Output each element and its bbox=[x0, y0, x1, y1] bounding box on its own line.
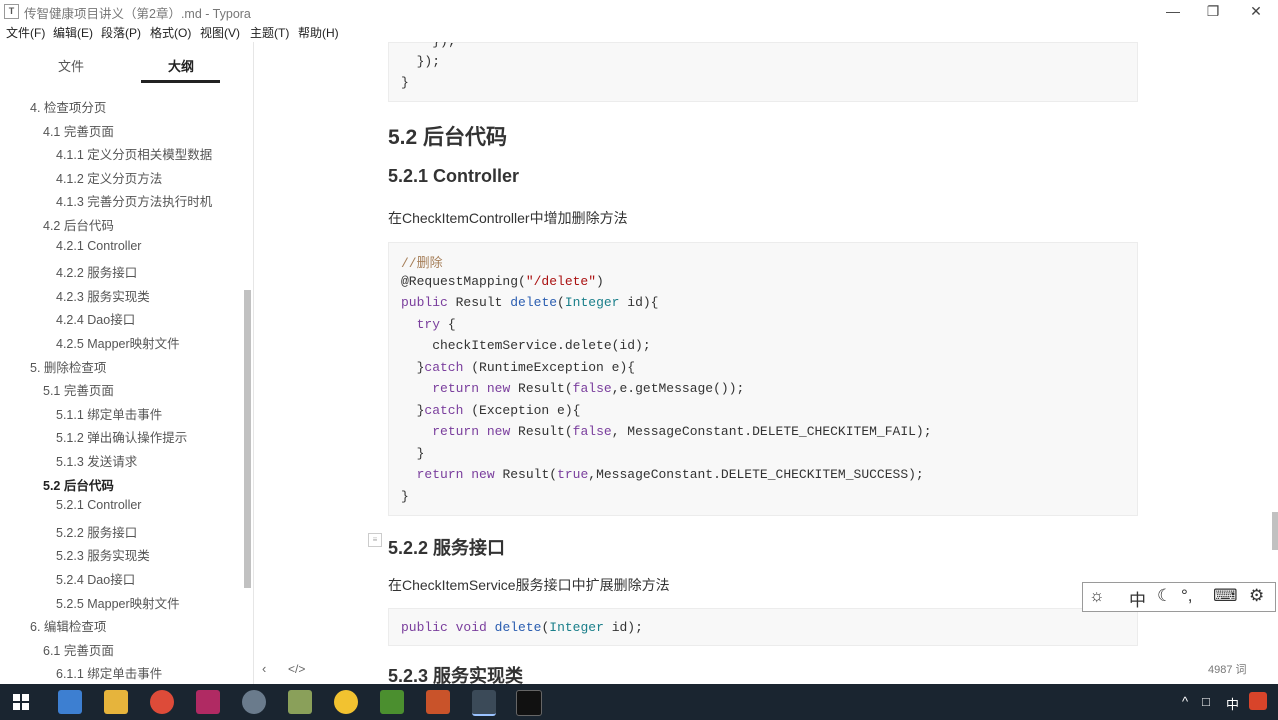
paragraph-service: 在CheckItemService服务接口中扩展删除方法 bbox=[388, 577, 670, 593]
typora-app-icon: T bbox=[4, 4, 19, 19]
outline-item[interactable]: 4.1.1 定义分页相关模型数据 bbox=[56, 144, 212, 163]
outline-item[interactable]: 5.1 完善页面 bbox=[43, 380, 114, 399]
window-title: 传智健康项目讲义（第2章）.md - Typora bbox=[24, 7, 251, 21]
ime-punctuation-icon[interactable]: °, bbox=[1181, 586, 1193, 606]
typora-taskbar-icon[interactable] bbox=[472, 690, 496, 716]
outline-item[interactable]: 6. 编辑检查项 bbox=[30, 616, 106, 635]
outline-item[interactable]: 4.2.2 服务接口 bbox=[56, 262, 137, 281]
outline-item[interactable]: 4. 检查项分页 bbox=[30, 97, 106, 116]
code-line: }catch (Exception e){ bbox=[401, 403, 581, 418]
outline-item[interactable]: 5.2.1 Controller bbox=[56, 498, 141, 512]
chrome-icon[interactable] bbox=[150, 690, 174, 714]
tab-outline[interactable]: 大纲 bbox=[168, 56, 194, 75]
menu-view[interactable]: 视图(V) bbox=[200, 24, 240, 41]
outline-item[interactable]: 5. 删除检查项 bbox=[30, 357, 106, 376]
title-bar: T 传智健康项目讲义（第2章）.md - Typora — ❐ ✕ bbox=[0, 0, 1278, 22]
code-block-service[interactable]: public void delete(Integer id); bbox=[388, 608, 1138, 646]
ime-logo-icon[interactable]: ☼ bbox=[1089, 586, 1105, 606]
code-line: checkItemService.delete(id); bbox=[401, 338, 651, 353]
paragraph-controller: 在CheckItemController中增加删除方法 bbox=[388, 210, 628, 226]
menu-format[interactable]: 格式(O) bbox=[150, 24, 191, 41]
code-line: }); bbox=[401, 54, 441, 69]
outline-item[interactable]: 4.2.3 服务实现类 bbox=[56, 286, 150, 305]
close-icon[interactable]: ✕ bbox=[1233, 0, 1278, 22]
taskbar-app-icon[interactable] bbox=[58, 690, 82, 714]
outline-item[interactable]: 4.1 完善页面 bbox=[43, 121, 114, 140]
code-line: } bbox=[401, 489, 409, 504]
code-line: } bbox=[401, 75, 409, 90]
code-line: return new Result(true,MessageConstant.D… bbox=[416, 467, 924, 482]
code-line: //删除 bbox=[401, 256, 443, 271]
tab-files[interactable]: 文件 bbox=[58, 56, 84, 75]
heading-5-2: 5.2 后台代码 bbox=[388, 126, 508, 149]
menu-bar: 文件(F) 编辑(E) 段落(P) 格式(O) 视图(V) 主题(T) 帮助(H… bbox=[0, 22, 1278, 42]
outline-item[interactable]: 5.1.1 绑定单击事件 bbox=[56, 404, 162, 423]
outline-item[interactable]: 4.2.1 Controller bbox=[56, 239, 141, 253]
code-line: }); bbox=[401, 42, 455, 49]
menu-edit[interactable]: 编辑(E) bbox=[53, 24, 93, 41]
code-line: } bbox=[401, 446, 425, 461]
outline-item[interactable]: 6.1 完善页面 bbox=[43, 640, 114, 659]
paragraph-handle-icon[interactable]: ≡ bbox=[368, 533, 382, 547]
taskbar-app-icon[interactable] bbox=[334, 690, 358, 714]
outline-item[interactable]: 5.2.5 Mapper映射文件 bbox=[56, 593, 180, 612]
menu-file[interactable]: 文件(F) bbox=[6, 24, 45, 41]
heading-5-2-1: 5.2.1 Controller bbox=[388, 166, 520, 186]
windows-start-icon[interactable] bbox=[13, 694, 29, 710]
menu-paragraph[interactable]: 段落(P) bbox=[101, 24, 141, 41]
menu-theme[interactable]: 主题(T) bbox=[250, 24, 289, 41]
editor-scrollbar[interactable] bbox=[1272, 512, 1278, 550]
tray-ime-indicator[interactable]: 中 bbox=[1226, 694, 1239, 713]
terminal-icon[interactable] bbox=[516, 690, 542, 716]
ime-toolbar: ☼ 中 ☾ °, ⌨ ⚙ bbox=[1082, 582, 1276, 612]
outline-item[interactable]: 5.2.2 服务接口 bbox=[56, 522, 137, 541]
code-line: @RequestMapping("/delete") bbox=[401, 274, 604, 289]
outline-item[interactable]: 4.2.4 Dao接口 bbox=[56, 309, 135, 328]
outline-item[interactable]: 4.1.2 定义分页方法 bbox=[56, 168, 162, 187]
code-line: public Result delete(Integer id){ bbox=[401, 295, 659, 310]
sidebar: 文件 大纲 4. 检查项分页 4.1 完善页面 4.1.1 定义分页相关模型数据 4.… bbox=[0, 42, 254, 684]
ime-keyboard-icon[interactable]: ⌨ bbox=[1213, 586, 1238, 606]
notepad-icon[interactable] bbox=[380, 690, 404, 714]
code-line: try { bbox=[416, 317, 456, 332]
tray-expand-icon[interactable]: ^ bbox=[1182, 694, 1188, 709]
outline-item[interactable]: 5.2 后台代码 bbox=[43, 475, 114, 494]
code-block-top[interactable]: }); }); } bbox=[388, 42, 1138, 102]
taskbar-app-icon[interactable] bbox=[288, 690, 312, 714]
ime-mode-chinese[interactable]: 中 bbox=[1129, 586, 1146, 611]
outline-item[interactable]: 4.2 后台代码 bbox=[43, 215, 114, 234]
sidebar-scrollbar[interactable] bbox=[244, 290, 251, 588]
taskbar-app-icon[interactable] bbox=[242, 690, 266, 714]
code-line: return new Result(false,e.getMessage()); bbox=[432, 381, 745, 396]
outline-item[interactable]: 6.1.1 绑定单击事件 bbox=[56, 663, 162, 682]
outline-item[interactable]: 5.1.2 弹出确认操作提示 bbox=[56, 427, 187, 446]
ime-settings-icon[interactable]: ⚙ bbox=[1249, 586, 1264, 606]
ime-moon-icon[interactable]: ☾ bbox=[1157, 586, 1172, 606]
tray-network-icon[interactable]: □ bbox=[1202, 694, 1210, 709]
word-count[interactable]: 4987 词 bbox=[1208, 661, 1247, 677]
outline-item[interactable]: 5.1.3 发送请求 bbox=[56, 451, 137, 470]
code-line: return new Result(false, MessageConstant… bbox=[432, 424, 932, 439]
heading-5-2-2: 5.2.2 服务接口 bbox=[388, 538, 506, 558]
outline-item[interactable]: 4.1.3 完善分页方法执行时机 bbox=[56, 191, 212, 210]
code-line: }catch (RuntimeException e){ bbox=[401, 360, 636, 375]
restore-icon[interactable]: ❐ bbox=[1190, 0, 1236, 22]
taskbar-app-icon[interactable] bbox=[426, 690, 450, 714]
intellij-icon[interactable] bbox=[196, 690, 220, 714]
active-tab-indicator bbox=[141, 80, 220, 83]
code-block-controller[interactable]: //删除 @RequestMapping("/delete") public R… bbox=[388, 242, 1138, 516]
outline-item[interactable]: 5.2.3 服务实现类 bbox=[56, 545, 150, 564]
outline-item[interactable]: 4.2.5 Mapper映射文件 bbox=[56, 333, 180, 352]
sogou-ime-icon[interactable] bbox=[1249, 692, 1267, 710]
outline-item[interactable]: 5.2.4 Dao接口 bbox=[56, 569, 135, 588]
file-explorer-icon[interactable] bbox=[104, 690, 128, 714]
heading-5-2-3: 5.2.3 服务实现类 bbox=[388, 666, 524, 684]
taskbar: ^ □ 中 bbox=[0, 684, 1278, 720]
menu-help[interactable]: 帮助(H) bbox=[298, 24, 339, 41]
code-line: public void delete(Integer id); bbox=[401, 620, 643, 635]
